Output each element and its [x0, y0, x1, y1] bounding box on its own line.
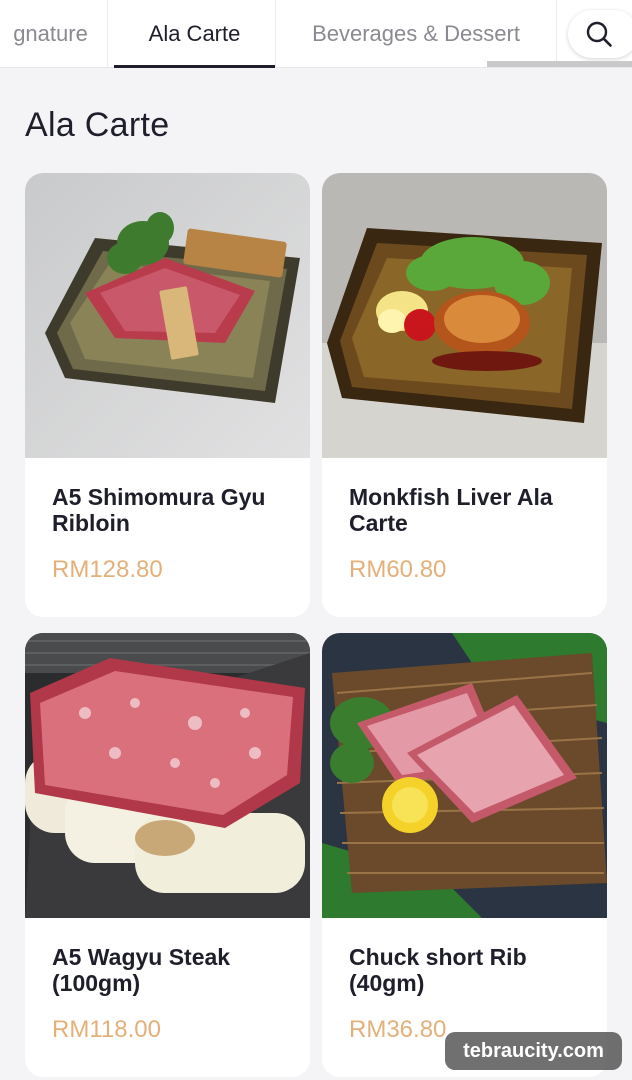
- item-name: A5 Wagyu Steak (100gm): [52, 944, 231, 996]
- tab-beverages-dessert[interactable]: Beverages & Dessert: [276, 0, 557, 68]
- tab-signature[interactable]: gnature: [0, 0, 108, 68]
- item-name: Monkfish Liver Ala Carte: [349, 484, 553, 536]
- menu-item-card[interactable]: Monkfish Liver Ala Carte RM60.80: [322, 173, 607, 617]
- chuck-short-rib-photo: [322, 633, 607, 918]
- category-tab-bar: gnature Ala Carte Beverages & Dessert: [0, 0, 632, 68]
- tab-ala-carte[interactable]: Ala Carte: [114, 0, 276, 68]
- menu-item-card[interactable]: A5 Wagyu Steak (100gm) RM118.00: [25, 633, 310, 1077]
- item-price: RM128.80: [52, 556, 163, 583]
- item-price: RM36.80: [349, 1016, 447, 1043]
- item-price: RM60.80: [349, 556, 447, 583]
- item-name: Chuck short Rib (40gm): [349, 944, 527, 996]
- section-title: Ala Carte: [25, 106, 170, 144]
- tab-scrollbar[interactable]: [487, 61, 632, 67]
- watermark: tebraucity.com: [445, 1032, 622, 1070]
- wagyu-steak-photo: [25, 633, 310, 918]
- wagyu-plate-photo: [25, 173, 310, 458]
- item-name: A5 Shimomura Gyu Ribloin: [52, 484, 266, 536]
- menu-item-card[interactable]: A5 Shimomura Gyu Ribloin RM128.80: [25, 173, 310, 617]
- search-button[interactable]: [568, 10, 632, 58]
- menu-item-card[interactable]: Chuck short Rib (40gm) RM36.80: [322, 633, 607, 1077]
- monkfish-liver-plate-photo: [322, 173, 607, 458]
- search-icon: [586, 21, 612, 47]
- item-price: RM118.00: [52, 1016, 161, 1043]
